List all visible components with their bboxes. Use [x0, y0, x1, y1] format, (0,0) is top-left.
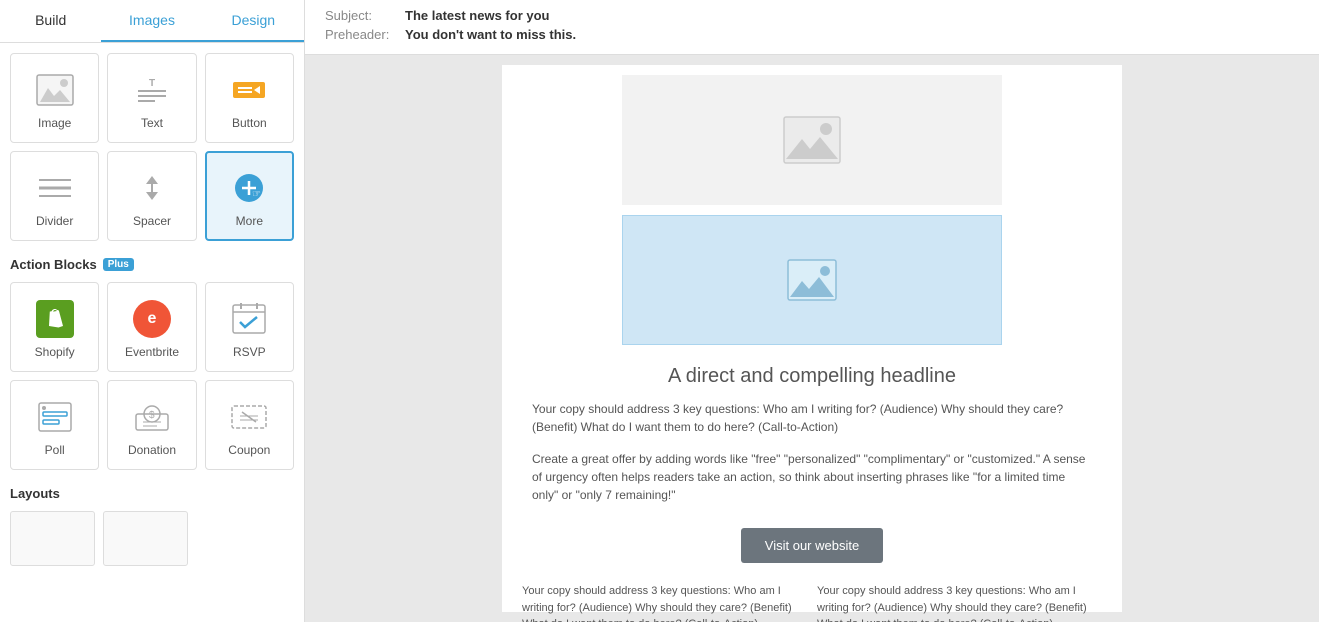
coupon-block-icon: [227, 395, 271, 439]
preheader-value: You don't want to miss this.: [405, 27, 576, 42]
more-block-icon: ☞: [227, 166, 271, 210]
layouts-section-title: Layouts: [10, 486, 294, 501]
email-canvas-wrapper: A direct and compelling headline Your co…: [305, 55, 1319, 622]
poll-block-icon: [33, 395, 77, 439]
tab-bar: Build Images Design: [0, 0, 304, 43]
left-panel: Build Images Design Image: [0, 0, 305, 622]
block-rsvp[interactable]: RSVP: [205, 282, 294, 372]
subject-label: Subject:: [325, 8, 405, 23]
block-eventbrite[interactable]: e Eventbrite: [107, 282, 196, 372]
eventbrite-block-icon: e: [130, 297, 174, 341]
text-block-label: Text: [141, 116, 163, 130]
action-blocks-section-title: Action Blocks Plus: [10, 257, 294, 272]
basic-blocks-grid: Image T Text: [10, 53, 294, 241]
email-body-text-1: Your copy should address 3 key questions…: [502, 396, 1122, 440]
image-block-label: Image: [38, 116, 71, 130]
tab-build[interactable]: Build: [0, 0, 101, 42]
panel-body: Image T Text: [0, 43, 304, 622]
two-column-section: Your copy should address 3 key questions…: [502, 573, 1122, 622]
svg-text:$: $: [149, 410, 155, 421]
shopify-block-icon: [33, 297, 77, 341]
email-headline: A direct and compelling headline: [502, 351, 1122, 396]
block-coupon[interactable]: Coupon: [205, 380, 294, 470]
button-block-icon: [227, 68, 271, 112]
donation-block-label: Donation: [128, 443, 176, 457]
block-text[interactable]: T Text: [107, 53, 196, 143]
action-blocks-grid: Shopify e Eventbrite: [10, 282, 294, 470]
block-button[interactable]: Button: [205, 53, 294, 143]
block-image[interactable]: Image: [10, 53, 99, 143]
block-shopify[interactable]: Shopify: [10, 282, 99, 372]
rsvp-block-label: RSVP: [233, 345, 266, 359]
eventbrite-block-label: Eventbrite: [125, 345, 179, 359]
right-panel: Subject: The latest news for you Prehead…: [305, 0, 1319, 622]
spacer-block-label: Spacer: [133, 214, 171, 228]
preheader-label: Preheader:: [325, 27, 405, 42]
subject-value: The latest news for you: [405, 8, 549, 23]
block-spacer[interactable]: Spacer: [107, 151, 196, 241]
email-button-row: Visit our website: [502, 518, 1122, 573]
image-block-icon: [33, 68, 77, 112]
tab-design[interactable]: Design: [203, 0, 304, 42]
coupon-block-label: Coupon: [228, 443, 270, 457]
block-poll[interactable]: Poll: [10, 380, 99, 470]
spacer-block-icon: [130, 166, 174, 210]
tab-images[interactable]: Images: [101, 0, 202, 42]
rsvp-block-icon: [227, 297, 271, 341]
top-image-placeholder[interactable]: [622, 75, 1002, 205]
block-donation[interactable]: $ Donation: [107, 380, 196, 470]
button-block-label: Button: [232, 116, 267, 130]
subject-row: Subject: The latest news for you: [325, 8, 1299, 23]
selected-image-block[interactable]: [622, 215, 1002, 345]
block-more[interactable]: ☞ More: [205, 151, 294, 241]
text-block-icon: T: [130, 68, 174, 112]
preheader-row: Preheader: You don't want to miss this.: [325, 27, 1299, 42]
donation-block-icon: $: [130, 395, 174, 439]
divider-block-icon: [33, 166, 77, 210]
email-body-text-2: Create a great offer by adding words lik…: [502, 446, 1122, 508]
plus-badge: Plus: [103, 258, 134, 271]
poll-block-label: Poll: [45, 443, 65, 457]
block-divider[interactable]: Divider: [10, 151, 99, 241]
divider-block-label: Divider: [36, 214, 73, 228]
email-canvas: A direct and compelling headline Your co…: [502, 65, 1122, 612]
more-block-label: More: [236, 214, 263, 228]
layout-item-1[interactable]: [10, 511, 95, 566]
col2-text: Your copy should address 3 key questions…: [817, 583, 1102, 622]
shopify-block-label: Shopify: [35, 345, 75, 359]
visit-website-button[interactable]: Visit our website: [741, 528, 883, 563]
layout-item-2[interactable]: [103, 511, 188, 566]
svg-text:T: T: [149, 78, 155, 89]
col1-text: Your copy should address 3 key questions…: [522, 583, 807, 622]
email-header-bar: Subject: The latest news for you Prehead…: [305, 0, 1319, 55]
svg-text:☞: ☞: [252, 189, 261, 200]
